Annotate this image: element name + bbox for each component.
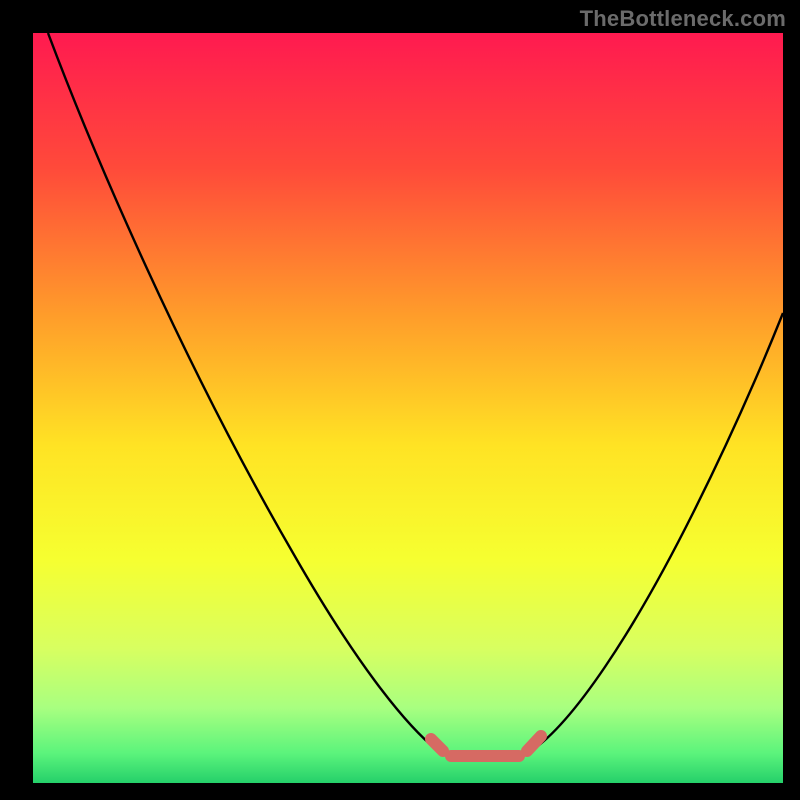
bottleneck-curve-right bbox=[531, 313, 783, 751]
plot-area bbox=[33, 33, 783, 783]
curve-layer bbox=[33, 33, 783, 783]
bottleneck-curve-left bbox=[48, 33, 438, 751]
watermark-text: TheBottleneck.com bbox=[580, 6, 786, 32]
flat-region-marker bbox=[431, 736, 541, 756]
chart-frame: TheBottleneck.com bbox=[0, 0, 800, 800]
